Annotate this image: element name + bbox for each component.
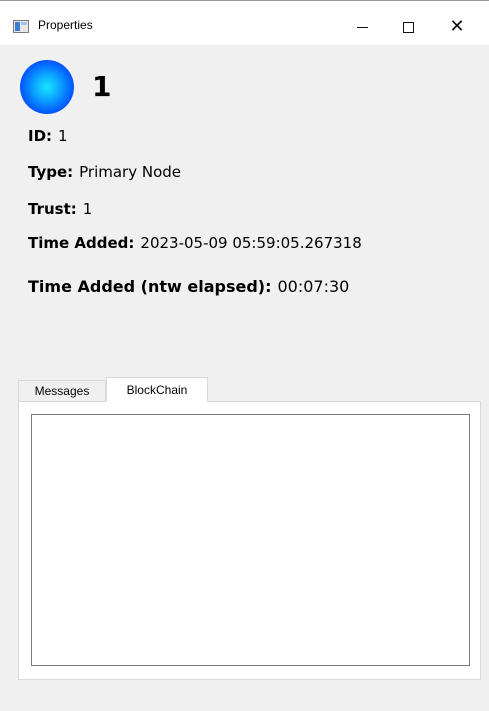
id-value: 1 [58,127,68,145]
blockchain-tab-pane [18,401,481,680]
blockchain-text-area[interactable] [31,414,470,666]
minimize-icon [356,26,368,28]
tab-messages[interactable]: Messages [18,380,106,402]
tab-blockchain[interactable]: BlockChain [106,377,208,402]
title-bar[interactable]: Properties ✕ [0,0,489,45]
type-value: Primary Node [79,163,182,181]
maximize-button[interactable] [385,8,431,46]
window-title: Properties [38,18,93,32]
trust-label: Trust: [28,200,77,218]
node-icon [20,60,74,114]
property-time-added: Time Added: 2023-05-09 05:59:05.267318 [28,234,362,252]
type-label: Type: [28,163,74,181]
time-added-value: 2023-05-09 05:59:05.267318 [140,234,362,252]
maximize-icon [402,21,414,33]
properties-window: Properties ✕ 1 ID: 1 Type: Primary Node Tr… [0,0,489,711]
property-time-elapsed: Time Added (ntw elapsed): 00:07:30 [28,277,349,296]
close-button[interactable]: ✕ [434,8,480,46]
elapsed-label: Time Added (ntw elapsed): [28,277,272,296]
close-icon: ✕ [449,16,465,37]
trust-value: 1 [82,200,93,218]
property-id: ID: 1 [28,127,68,145]
minimize-button[interactable] [339,8,385,46]
elapsed-value: 00:07:30 [277,277,350,296]
id-label: ID: [28,127,53,145]
property-trust: Trust: 1 [28,200,92,218]
time-added-label: Time Added: [28,234,135,252]
property-type: Type: Primary Node [28,163,181,181]
app-window-icon [13,20,29,33]
node-name: 1 [92,70,112,103]
